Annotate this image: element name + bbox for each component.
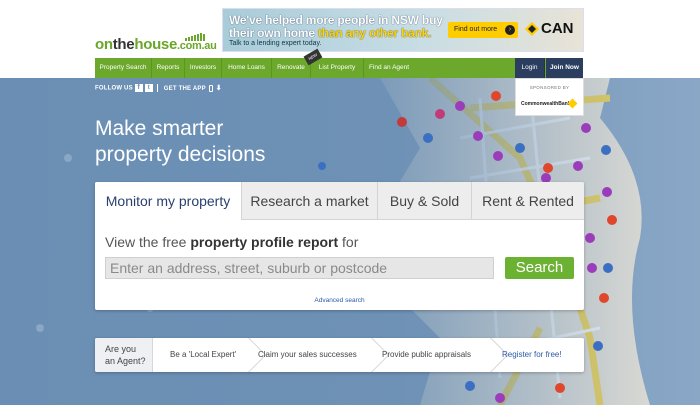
download-icon[interactable]: ⬇ <box>216 84 222 92</box>
search-prompt: View the free property profile report fo… <box>105 234 359 250</box>
advanced-search-link[interactable]: Advanced search <box>95 297 584 304</box>
nav-home-loans[interactable]: Home Loans <box>222 58 272 78</box>
agent-step-local-expert: Be a 'Local Expert' <box>170 350 237 359</box>
facebook-icon[interactable]: f <box>134 84 143 92</box>
address-search-input[interactable]: Enter an address, street, suburb or post… <box>105 257 494 279</box>
agent-step-claim-sales: Claim your sales successes <box>258 350 357 359</box>
hero-section: FOLLOW US f t GET THE APP ⬇ SPONSORED BY Com… <box>0 78 700 405</box>
join-now-button[interactable]: Join Now <box>546 58 583 78</box>
twitter-icon[interactable]: t <box>144 84 153 92</box>
sponsored-by-label: SPONSORED BY <box>529 85 570 90</box>
bank-diamond-icon <box>525 22 539 36</box>
sponsor-brand: CommonwealthBank <box>521 101 571 107</box>
logo-text-house: house <box>134 36 178 53</box>
nav-list-property[interactable]: List Property <box>311 58 364 78</box>
banner-line1: We've helped more people in NSW buy <box>229 13 443 27</box>
logo-text-domain: .com.au <box>177 40 217 52</box>
search-button[interactable]: Search <box>505 257 574 279</box>
social-links: FOLLOW US f t GET THE APP ⬇ <box>95 84 222 92</box>
logo-bars-icon <box>185 33 205 41</box>
follow-us-label: FOLLOW US <box>95 85 133 92</box>
nav-property-search[interactable]: Property Search <box>95 58 152 78</box>
agent-step-appraisals: Provide public appraisals <box>382 350 471 359</box>
banner-line3: Talk to a lending expert today. <box>229 40 322 47</box>
main-nav: Property Search Reports Investors Home L… <box>95 48 583 78</box>
search-card: Monitor my property Research a market Bu… <box>95 182 584 310</box>
search-tabs: Monitor my property Research a market Bu… <box>95 182 584 220</box>
logo-text-on: on <box>95 36 113 53</box>
tab-buy-sold[interactable]: Buy & Sold <box>377 182 471 220</box>
advertisement-banner[interactable]: We've helped more people in NSW buy thei… <box>222 8 584 52</box>
register-free-link[interactable]: Register for free! <box>502 338 562 372</box>
tab-rent-rented[interactable]: Rent & Rented <box>471 182 584 220</box>
tab-research-market[interactable]: Research a market <box>241 182 377 220</box>
banner-brand: CAN <box>541 20 574 37</box>
agent-question: Are you an Agent? <box>95 338 153 372</box>
login-button[interactable]: Login <box>515 58 545 78</box>
site-header: onthehouse.com.au We've helped more peop… <box>0 0 700 58</box>
banner-find-out-button[interactable]: Find out more › <box>448 22 518 38</box>
nav-reports[interactable]: Reports <box>152 58 185 78</box>
phone-icon[interactable] <box>208 84 213 92</box>
get-app-label: GET THE APP <box>163 85 206 92</box>
logo-text-the: the <box>112 36 135 53</box>
hero-headline: Make smarter property decisions <box>95 117 266 166</box>
sponsor-box[interactable]: SPONSORED BY CommonwealthBank <box>515 78 584 116</box>
nav-find-agent[interactable]: Find an Agent <box>364 58 414 78</box>
banner-line2: their own home than any other bank. <box>229 26 432 40</box>
nav-investors[interactable]: Investors <box>185 58 222 78</box>
tab-monitor-property[interactable]: Monitor my property <box>95 182 241 220</box>
arrow-right-icon: › <box>505 25 515 35</box>
agent-bar: Are you an Agent? Be a 'Local Expert' Cla… <box>95 338 584 372</box>
